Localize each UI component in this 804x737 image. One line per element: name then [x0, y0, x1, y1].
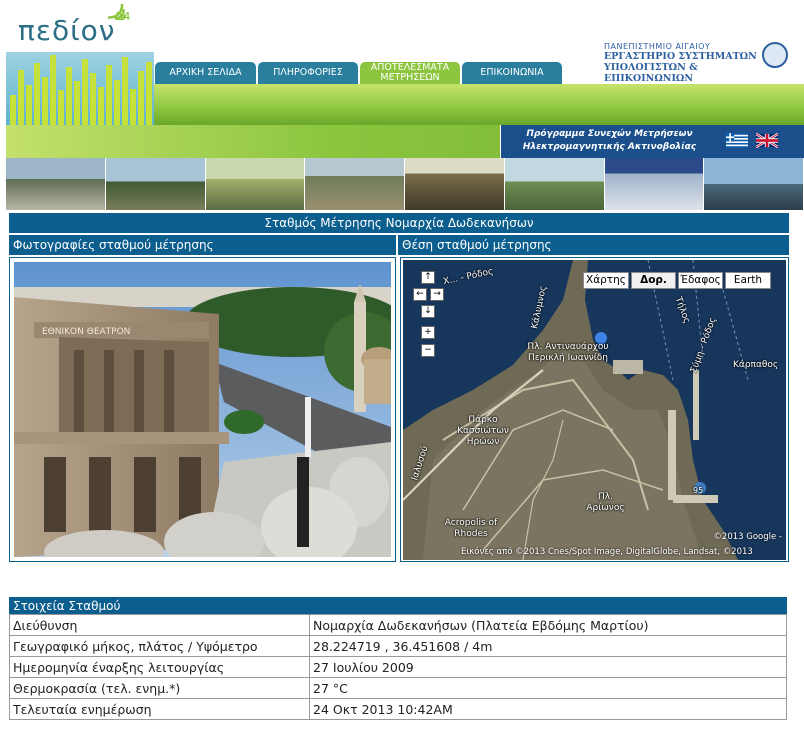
equalizer-bar — [74, 81, 80, 125]
info-value: Νομαρχία Δωδεκανήσων (Πλατεία Εβδόμης Μα… — [309, 614, 787, 636]
program-line2: Ηλεκτρομαγνητικής Ακτινοβολίας — [522, 142, 697, 152]
equalizer-bar — [82, 59, 88, 125]
tab-info[interactable]: ΠΛΗΡΟΦΟΡΙΕΣ — [258, 62, 358, 84]
pan-left-icon[interactable]: ← — [413, 288, 427, 301]
info-key: Διεύθυνση — [9, 614, 310, 636]
uk-flag-icon[interactable] — [756, 133, 778, 148]
info-key: Τελευταία ενημέρωση — [9, 698, 310, 720]
equalizer-bar — [138, 71, 144, 125]
map-type-satellite-button[interactable]: Δορ. — [631, 272, 676, 289]
table-row: Γεωγραφικό μήκος, πλάτος / Υψόμετρο 28.2… — [9, 635, 787, 657]
header-photo — [205, 158, 306, 210]
equalizer-bar — [58, 90, 64, 125]
theatre-sign: ΕΘΝΙΚΟΝ ΘΕΑΤΡΟΝ — [42, 327, 130, 337]
header-photo — [405, 158, 505, 210]
university-name: ΠΑΝΕΠΙΣΤΗΜΙΟ ΑΙΓΑΙΟΥ — [604, 42, 711, 51]
info-key: Ημερομηνία έναρξης λειτουργίας — [9, 656, 310, 678]
table-row: Τελευταία ενημέρωση 24 Οκτ 2013 10:42AM — [9, 698, 787, 720]
equalizer-bar — [98, 87, 104, 125]
info-key: Θερμοκρασία (τελ. ενημ.*) — [9, 677, 310, 699]
zoom-in-icon[interactable]: + — [421, 326, 435, 339]
map-attribution: Εικόνες από ©2013 Cnes/Spot Image, Digit… — [461, 547, 753, 557]
pan-up-icon[interactable]: ↑ — [421, 271, 435, 284]
tab-home[interactable]: ΑΡΧΙΚΗ ΣΕΛΙΔΑ — [155, 62, 256, 84]
photos-section-title: Φωτογραφίες σταθμού μέτρησης — [9, 235, 396, 255]
map-frame: ↑ ← → ↓ + − Χάρτης Δορ. Έδαφος Earth Χ..… — [400, 257, 789, 562]
map-type-map-button[interactable]: Χάρτης — [583, 272, 629, 289]
equalizer-bar — [18, 70, 24, 125]
equalizer-bar — [146, 62, 152, 125]
university-seal-icon — [762, 42, 788, 68]
station-info-panel: Στοιχεία Σταθμού Διεύθυνση Νομαρχία Δωδε… — [9, 597, 787, 720]
table-row: Διεύθυνση Νομαρχία Δωδεκανήσων (Πλατεία … — [9, 614, 787, 636]
equalizer-bar — [114, 80, 120, 125]
header-photo — [604, 158, 705, 210]
header-photo-strip — [6, 158, 804, 210]
table-row: Θερμοκρασία (τελ. ενημ.*) 27 °C — [9, 677, 787, 699]
station-info-table: Διεύθυνση Νομαρχία Δωδεκανήσων (Πλατεία … — [9, 614, 787, 720]
program-line1: Πρόγραμμα Συνεχών Μετρήσεων — [526, 129, 693, 139]
header-photo — [105, 158, 206, 210]
zoom-out-icon[interactable]: − — [421, 344, 435, 357]
map-type-terrain-button[interactable]: Έδαφος — [678, 272, 723, 289]
table-row: Ημερομηνία έναρξης λειτουργίας 27 Ιουλίο… — [9, 656, 787, 678]
station-map[interactable]: ↑ ← → ↓ + − Χάρτης Δορ. Έδαφος Earth Χ..… — [403, 260, 786, 560]
language-switcher — [718, 125, 804, 158]
map-type-earth-button[interactable]: Earth — [725, 272, 771, 289]
equalizer-bar — [130, 89, 136, 125]
info-value: 28.224719 , 36.451608 / 4m — [309, 635, 787, 657]
tab-results-label-2: ΜΕΤΡΗΣΕΩΝ — [380, 72, 440, 83]
station-photo-frame: ΕΘΝΙΚΟΝ ΘΕΑΤΡΟΝ — [9, 257, 396, 562]
tab-results[interactable]: ΑΠΟΤΕΛΕΣΜΑΤΑ ΜΕΤΡΗΣΕΩΝ — [360, 62, 460, 84]
station-panel-title: Σταθμός Μέτρησης Νομαρχία Δωδεκανήσων — [9, 213, 789, 233]
equalizer-bar — [106, 65, 112, 125]
info-key: Γεωγραφικό μήκος, πλάτος / Υψόμετρο — [9, 635, 310, 657]
tab-contact[interactable]: ΕΠΙΚΟΙΝΩΝΙΑ — [462, 62, 562, 84]
info-value: 27 Ιουλίου 2009 — [309, 656, 787, 678]
map-label-karpathos: Κάρπαθος — [733, 360, 779, 370]
header-photo — [704, 158, 804, 210]
equalizer-bar — [26, 85, 32, 125]
map-route-badge: 95 — [693, 486, 704, 495]
equalizer-bar — [50, 55, 56, 125]
lab-name-line1: ΕΡΓΑΣΤΗΡΙΟ ΣΥΣΤΗΜΑΤΩΝ — [604, 51, 757, 62]
header-photo — [305, 158, 405, 210]
info-value: 24 Οκτ 2013 10:42AM — [309, 698, 787, 720]
map-copyright: ©2013 Google - — [713, 532, 782, 542]
header-photo — [504, 158, 605, 210]
equalizer-bar — [90, 73, 96, 125]
equalizer-graphic — [6, 52, 154, 125]
map-label-place-4: Acropolis of Rhodes — [444, 518, 498, 539]
station-info-heading: Στοιχεία Σταθμού — [9, 597, 787, 614]
equalizer-bar — [34, 63, 40, 125]
satellite-map-image[interactable] — [403, 260, 786, 560]
site-header: πεδίον24 ΑΡΧΙΚΗ ΣΕΛΙΔΑ ΠΛΗΡΟΦΟΡΙΕΣ ΑΠΟΤΕ… — [0, 0, 804, 125]
map-label-place-2: Πάρκο Κασσιώτων Ηρώων — [457, 415, 509, 447]
equalizer-bar — [10, 95, 16, 125]
university-block[interactable]: ΠΑΝΕΠΙΣΤΗΜΙΟ ΑΙΓΑΙΟΥ ΕΡΓΑΣΤΗΡΙΟ ΣΥΣΤΗΜΑΤ… — [604, 42, 760, 84]
greek-flag-icon[interactable] — [726, 133, 748, 148]
info-value: 27 °C — [309, 677, 787, 699]
station-photo[interactable]: ΕΘΝΙΚΟΝ ΘΕΑΤΡΟΝ — [14, 262, 391, 557]
header-gradient-strip — [154, 84, 804, 125]
signal-waves-icon — [108, 4, 127, 21]
lab-name-line2: ΥΠΟΛΟΓΙΣΤΩΝ & ΕΠΙΚΟΙΝΩΝΙΩΝ — [604, 62, 698, 84]
pan-down-icon[interactable]: ↓ — [421, 305, 435, 318]
program-banner: Πρόγραμμα Συνεχών Μετρήσεων Ηλεκτρομαγνη… — [500, 125, 718, 158]
pan-right-icon[interactable]: → — [430, 288, 444, 301]
equalizer-bar — [42, 77, 48, 125]
equalizer-bar — [122, 57, 128, 125]
header-photo — [6, 158, 106, 210]
map-label-place-3: Πλ. Αρίωνος — [586, 492, 625, 513]
equalizer-bar — [66, 67, 72, 125]
map-label-place-1: Πλ. Αντιναυάρχου Περικλή Ιωαννίδη — [527, 342, 609, 363]
map-section-title: Θέση σταθμού μέτρησης — [398, 235, 789, 255]
